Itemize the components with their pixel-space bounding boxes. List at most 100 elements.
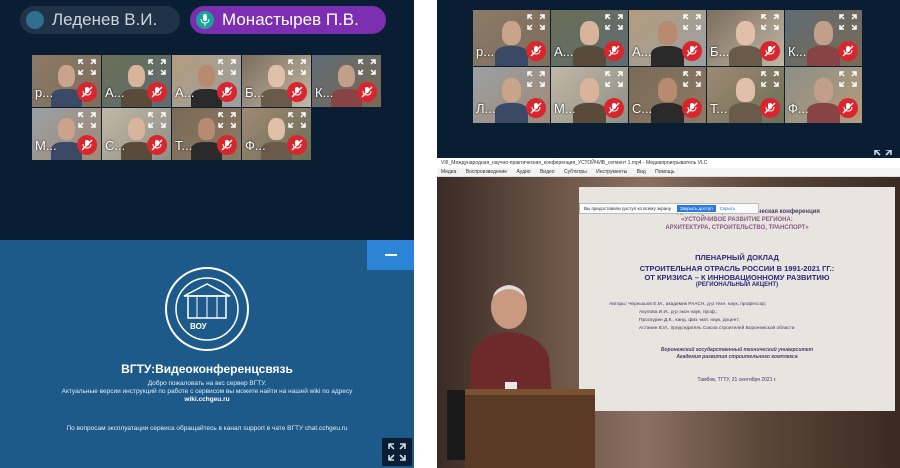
participant-tile[interactable]: р...	[32, 55, 101, 107]
expand-icon[interactable]	[683, 71, 701, 87]
participant-face	[58, 65, 75, 88]
participant-tile[interactable]: Л...	[473, 67, 550, 123]
participant-tile[interactable]: К...	[785, 10, 862, 66]
participant-tile[interactable]: Т...	[707, 67, 784, 123]
participant-tile[interactable]: М...	[551, 67, 628, 123]
muted-microphone-icon	[760, 98, 780, 118]
expand-icon[interactable]	[358, 59, 376, 75]
expand-icon[interactable]	[761, 14, 779, 30]
menu-item[interactable]: Воспроизведение	[466, 169, 507, 175]
minimize-button[interactable]	[367, 240, 414, 270]
participant-tile[interactable]: Б...	[242, 55, 311, 107]
participant-name: К...	[315, 85, 334, 100]
speaker-name: Монастырев П.В.	[222, 10, 359, 29]
menu-item[interactable]: Инструменты	[596, 169, 627, 175]
participant-name: Б...	[710, 44, 730, 59]
speaker-pill-2[interactable]: Монастырев П.В.	[190, 6, 386, 34]
expand-icon[interactable]	[288, 112, 306, 128]
speaker-pill-1[interactable]: Леденев В.И.	[20, 6, 180, 34]
participant-tile[interactable]: Ф...	[785, 67, 862, 123]
participant-tile[interactable]: С...	[629, 67, 706, 123]
menu-item[interactable]: Субтитры	[564, 169, 587, 175]
participant-body	[494, 103, 529, 123]
participant-tile[interactable]: А...	[172, 55, 241, 107]
podium	[465, 389, 595, 468]
expand-icon[interactable]	[605, 71, 623, 87]
slide-university: Академия развития строительного комплекс…	[676, 354, 798, 360]
participant-tile[interactable]: А...	[629, 10, 706, 66]
participant-tile[interactable]: Т...	[172, 108, 241, 160]
menu-item[interactable]: Помощь	[655, 169, 674, 175]
participant-face	[814, 78, 833, 102]
expand-icon[interactable]	[78, 59, 96, 75]
participant-name: Л...	[476, 101, 496, 116]
participant-face	[580, 78, 599, 102]
university-logo	[165, 267, 249, 351]
projection-screen: VIII Международная научно-практическая к…	[579, 187, 895, 411]
muted-microphone-icon	[682, 98, 702, 118]
participant-name: М...	[554, 101, 576, 116]
muted-microphone-icon	[604, 41, 624, 61]
slide-author: Акулова И.И., д-р экон наук, проф.;	[639, 310, 718, 315]
menu-item[interactable]: Медиа	[441, 169, 456, 175]
slide-date: Тамбов, ТГТУ, 21 сентября 2021 г.	[697, 377, 777, 383]
menu-item[interactable]: Видео	[540, 169, 555, 175]
participant-face	[502, 21, 521, 45]
expand-icon[interactable]	[683, 14, 701, 30]
expand-icon[interactable]	[78, 112, 96, 128]
stop-share-button[interactable]: Закрыть доступ	[676, 205, 716, 212]
participant-face	[658, 78, 677, 102]
logo-abbr: ВОУ	[190, 322, 207, 331]
expand-icon[interactable]	[148, 59, 166, 75]
participant-tile[interactable]: К...	[312, 55, 381, 107]
speaker-name: Леденев В.И.	[52, 10, 158, 29]
dot-icon	[26, 11, 44, 29]
welcome-panel: ВОУ ВГТУ:Видеоконференцсвязь Добро пожал…	[0, 240, 414, 468]
expand-icon[interactable]	[527, 14, 545, 30]
participant-tile[interactable]: Ф...	[242, 108, 311, 160]
participant-tile[interactable]: р...	[473, 10, 550, 66]
muted-microphone-icon	[287, 135, 307, 155]
expand-icon[interactable]	[218, 112, 236, 128]
participant-face	[814, 21, 833, 45]
expand-icon[interactable]	[527, 71, 545, 87]
menu-item[interactable]: Аудио	[516, 169, 530, 175]
expand-icon[interactable]	[288, 59, 306, 75]
participant-face	[580, 21, 599, 45]
muted-microphone-icon	[357, 82, 377, 102]
expand-icon[interactable]	[605, 14, 623, 30]
participant-tile[interactable]: М...	[32, 108, 101, 160]
expand-icon[interactable]	[839, 14, 857, 30]
muted-microphone-icon	[287, 82, 307, 102]
participant-face	[268, 65, 285, 88]
expand-icon[interactable]	[148, 112, 166, 128]
muted-microphone-icon	[526, 98, 546, 118]
participant-tile[interactable]: Б...	[707, 10, 784, 66]
hide-notice-button[interactable]: Скрыть	[720, 206, 735, 211]
participant-name: А...	[632, 44, 652, 59]
expand-icon[interactable]	[839, 71, 857, 87]
participant-name: А...	[175, 85, 195, 100]
slide-university: Воронежский государственный технический …	[660, 347, 814, 353]
participant-face	[198, 118, 215, 141]
participant-body	[728, 46, 763, 66]
video-frame: VIII Международная научно-практическая к…	[437, 177, 900, 468]
wiki-link[interactable]: wiki.cchgeu.ru	[0, 396, 414, 403]
vlc-menu-bar: Медиа Воспроизведение Аудио Видео Субтит…	[437, 168, 900, 177]
participant-tile[interactable]: С...	[102, 108, 171, 160]
muted-microphone-icon	[77, 135, 97, 155]
participant-name: М...	[35, 138, 57, 153]
participant-tile[interactable]: А...	[551, 10, 628, 66]
participant-face	[268, 118, 285, 141]
participant-name: Т...	[710, 101, 728, 116]
fullscreen-button[interactable]	[382, 438, 412, 466]
menu-item[interactable]: Вид	[637, 169, 646, 175]
expand-icon[interactable]	[761, 71, 779, 87]
slide-line: «УСТОЙЧИВОЕ РАЗВИТИЕ РЕГИОНА:	[681, 217, 793, 223]
participant-tile[interactable]: А...	[102, 55, 171, 107]
expand-icon	[388, 443, 406, 461]
slide-heading: ПЛЕНАРНЫЙ ДОКЛАД	[695, 253, 779, 262]
expand-icon[interactable]	[218, 59, 236, 75]
participant-name: р...	[35, 85, 54, 100]
conference-panel-left: Леденев В.И. Монастырев П.В. р... А... А..…	[0, 0, 414, 468]
